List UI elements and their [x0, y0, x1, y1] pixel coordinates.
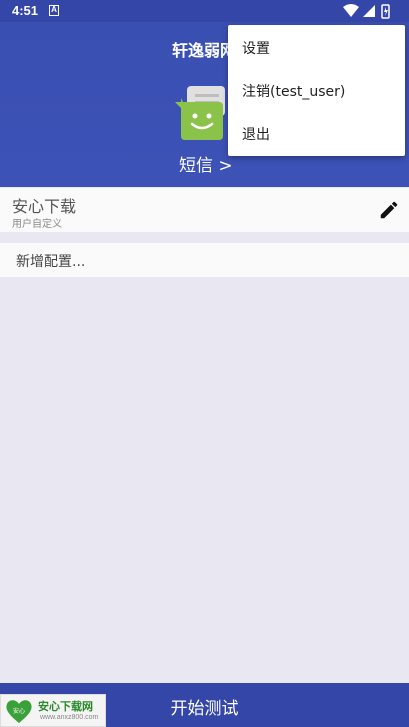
status-bar: 4:51 A — [0, 0, 409, 22]
a-icon: A — [49, 5, 59, 16]
pencil-icon[interactable] — [378, 199, 400, 221]
add-config-button[interactable]: 新增配置... — [0, 243, 409, 277]
app-title: 轩逸弱网 — [172, 41, 237, 60]
config-subtitle: 用户自定义 — [12, 219, 62, 230]
config-card[interactable]: 安心下载 用户自定义 — [0, 188, 409, 232]
menu-item-label: 设置 — [242, 41, 270, 57]
add-config-label: 新增配置... — [16, 254, 86, 270]
watermark: 安心 安心下载网 www.anxz800.com — [0, 694, 106, 727]
watermark-url: www.anxz800.com — [40, 714, 99, 721]
sms-label[interactable]: 短信 > — [179, 151, 233, 176]
watermark-logo-text: 安心 — [13, 707, 25, 715]
heart-logo-icon: 安心 — [6, 700, 32, 723]
menu-item-logout[interactable]: 注销(test_user) — [228, 69, 405, 112]
status-icons — [343, 4, 390, 19]
watermark-text: 安心下载网 — [38, 700, 93, 713]
wifi-icon — [343, 4, 359, 17]
sms-icon[interactable] — [173, 84, 229, 144]
config-name: 安心下载 — [12, 197, 77, 216]
menu-item-settings[interactable]: 设置 — [228, 26, 405, 69]
menu-item-label: 退出 — [242, 127, 270, 143]
signal-icon — [363, 5, 375, 17]
menu-item-label: 注销(test_user) — [242, 84, 346, 100]
menu-item-exit[interactable]: 退出 — [228, 112, 405, 155]
overflow-menu: 设置 注销(test_user) 退出 — [228, 25, 405, 156]
status-time: 4:51 — [12, 3, 39, 18]
